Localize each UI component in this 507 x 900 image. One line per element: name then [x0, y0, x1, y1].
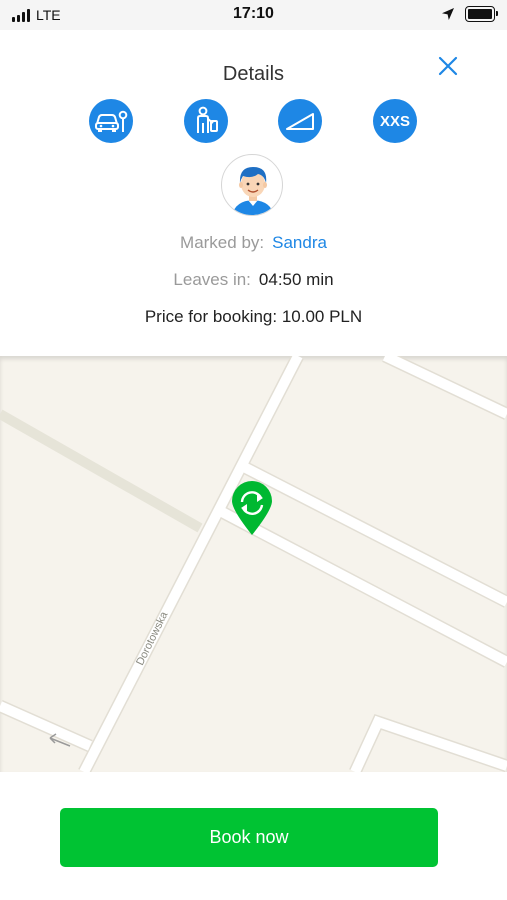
location-arrow-icon: [442, 8, 454, 20]
attendant-icon: [197, 106, 218, 133]
street-label: Dorotowska: [134, 609, 171, 667]
details-title: Details: [222, 63, 285, 85]
roads: [0, 356, 507, 772]
status-right: [441, 6, 498, 22]
footpath: [0, 409, 203, 533]
feature-slope: [278, 99, 322, 143]
bottom-action-bar: Book now: [0, 772, 507, 900]
car-parking-icon: [95, 110, 128, 132]
marked-by-label: Marked by:: [180, 233, 265, 252]
leaves-in-label: Leaves in:: [173, 270, 251, 289]
size-badge: XXS: [373, 99, 417, 143]
close-icon: [438, 56, 458, 76]
booking-price: Price for booking: 10.00 PLN: [144, 307, 363, 326]
book-now-button[interactable]: Book now: [60, 808, 438, 867]
feature-parking: [89, 99, 133, 143]
feature-attendant: [184, 99, 228, 143]
battery-icon: [465, 6, 498, 22]
leaves-in-row: Leaves in: 04:50 min: [0, 270, 507, 290]
user-avatar: [221, 154, 283, 216]
status-bar: LTE 17:10: [0, 0, 507, 30]
leaves-in-value: 04:50 min: [258, 270, 334, 289]
marked-by-user-link[interactable]: Sandra: [272, 233, 327, 252]
marked-by-row: Marked by: Sandra: [0, 233, 507, 253]
details-panel: Details XXS Marked by: Sandra Leaves in:…: [0, 30, 507, 356]
close-button[interactable]: [434, 52, 462, 80]
map-view[interactable]: Dorotowska: [0, 356, 507, 772]
map-canvas[interactable]: Dorotowska: [0, 356, 507, 772]
status-time: 17:10: [233, 5, 274, 22]
slope-icon: [286, 113, 314, 130]
user-avatar-icon: [232, 167, 274, 215]
